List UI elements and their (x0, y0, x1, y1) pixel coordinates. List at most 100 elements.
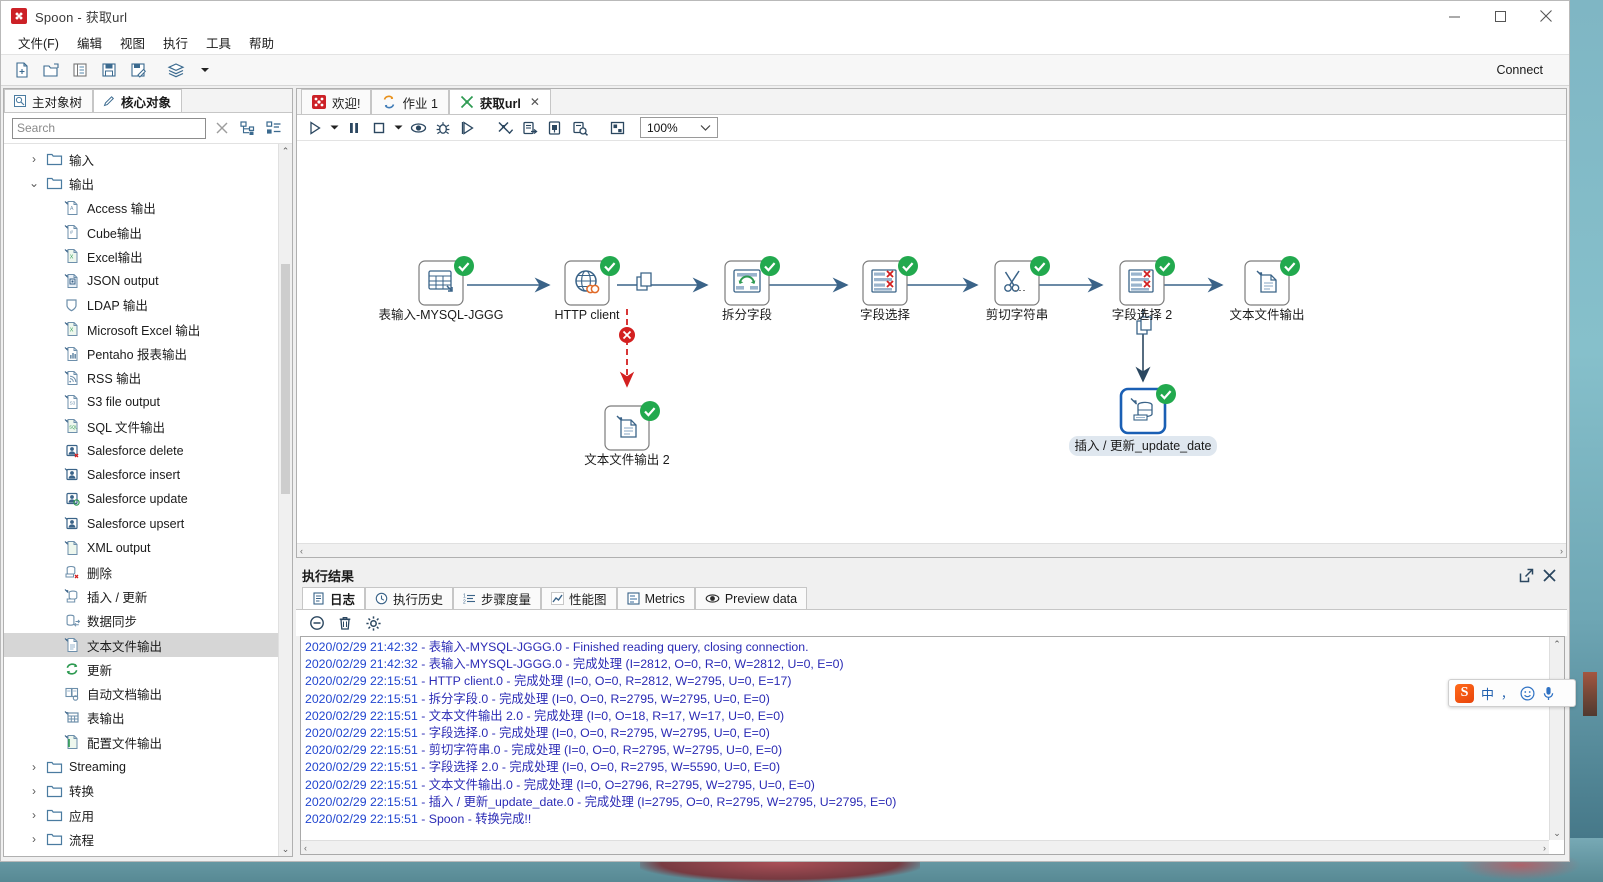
tree-item[interactable]: ›转换 (4, 779, 278, 803)
scroll-up-icon[interactable]: ⌃ (1550, 637, 1564, 651)
graph-node[interactable]: 表输入-MYSQL-JGGG (378, 256, 503, 322)
close-button[interactable] (1523, 1, 1569, 31)
log-vertical-scrollbar[interactable]: ⌃ ⌄ (1549, 637, 1564, 840)
tree-item[interactable]: JSON output (4, 268, 278, 292)
log-output-box[interactable]: 2020/02/29 21:42:32 - 表输入-MYSQL-JGGG.0 -… (300, 636, 1565, 855)
tab-preview-data[interactable]: Preview data (695, 587, 807, 609)
scroll-left-icon[interactable]: ‹ (300, 546, 303, 556)
tree-item[interactable]: ›应用 (4, 803, 278, 827)
ime-toolbar[interactable]: S 中 ， (1448, 679, 1576, 707)
maximize-button[interactable] (1477, 1, 1523, 31)
graph-node[interactable]: 剪切字符串 (986, 256, 1050, 322)
search-input[interactable] (12, 118, 206, 139)
tab-core-objects[interactable]: 核心对象 (93, 89, 182, 112)
tab-job-1[interactable]: 作业 1 (371, 89, 448, 114)
new-button[interactable] (9, 58, 35, 82)
tab-main-object-tree[interactable]: 主对象树 (4, 89, 93, 112)
tab-get-url[interactable]: 获取url ✕ (449, 89, 551, 114)
explore-db-button[interactable] (568, 117, 592, 139)
clear-x-icon[interactable] (212, 118, 232, 138)
save-as-button[interactable] (125, 58, 151, 82)
tree-item[interactable]: 更新 (4, 657, 278, 681)
stop-options-dropdown[interactable] (392, 117, 405, 139)
clear-log-button[interactable] (306, 612, 328, 634)
tree-item[interactable]: RSS 输出 (4, 366, 278, 390)
verify-button[interactable] (493, 117, 517, 139)
graph-node[interactable]: 文本文件输出 (1229, 256, 1304, 322)
tree-item[interactable]: SQLSQL 文件输出 (4, 414, 278, 438)
layers-button[interactable] (163, 58, 189, 82)
impact-button[interactable] (543, 117, 567, 139)
scroll-down-icon[interactable]: ⌄ (279, 842, 292, 856)
tree-item[interactable]: #Cube输出 (4, 220, 278, 244)
scroll-right-icon[interactable]: › (1543, 843, 1546, 853)
sql-button[interactable] (518, 117, 542, 139)
menu-view[interactable]: 视图 (111, 31, 154, 54)
ime-emoji-button[interactable] (1520, 686, 1535, 701)
tab-metrics[interactable]: Metrics (617, 587, 695, 609)
graph-node[interactable]: 拆分字段 (722, 256, 780, 322)
graph-node[interactable]: 字段选择 2 (1112, 256, 1175, 322)
menu-file[interactable]: 文件(F) (9, 31, 68, 54)
layers-dropdown[interactable] (192, 58, 218, 82)
menu-help[interactable]: 帮助 (240, 31, 283, 54)
tree-item[interactable]: Pentaho 报表输出 (4, 341, 278, 365)
log-settings-button[interactable] (362, 612, 384, 634)
zoom-select[interactable]: 100% (640, 117, 718, 138)
graph-node[interactable]: 字段选择 (860, 256, 918, 322)
run-options-dropdown[interactable] (328, 117, 341, 139)
chevron-right-icon[interactable]: › (24, 783, 44, 799)
tree-item[interactable]: Salesforce insert (4, 463, 278, 487)
preview-button[interactable] (406, 117, 430, 139)
scroll-right-icon[interactable]: › (1560, 546, 1563, 556)
tree-item[interactable]: 配置文件输出 (4, 730, 278, 754)
tree-item[interactable]: Salesforce update (4, 487, 278, 511)
tree-item[interactable]: ›输入 (4, 147, 278, 171)
tree-item[interactable]: 删除 (4, 560, 278, 584)
chevron-right-icon[interactable]: › (24, 151, 44, 167)
menu-run[interactable]: 执行 (154, 31, 197, 54)
tree-item[interactable]: 表输出 (4, 706, 278, 730)
replay-button[interactable] (456, 117, 480, 139)
graph-node[interactable]: HTTP client (554, 256, 620, 322)
tree-item[interactable]: 数据同步 (4, 609, 278, 633)
pause-button[interactable] (342, 117, 366, 139)
connect-button[interactable]: Connect (1496, 63, 1543, 77)
chevron-right-icon[interactable]: › (24, 807, 44, 823)
tree-item[interactable]: Salesforce upsert (4, 511, 278, 535)
tree-item[interactable]: LDAP 输出 (4, 293, 278, 317)
run-button[interactable] (303, 117, 327, 139)
graph-node[interactable]: 文本文件输出 2 (584, 401, 669, 467)
close-icon[interactable]: ✕ (530, 95, 540, 109)
tab-welcome[interactable]: 欢迎! (301, 89, 371, 114)
log-horizontal-scrollbar[interactable]: ‹ › (301, 840, 1549, 854)
sogou-logo-icon[interactable]: S (1455, 684, 1474, 703)
tab-performance-graph[interactable]: 性能图 (541, 587, 617, 609)
tree-item[interactable]: XML output (4, 536, 278, 560)
align-button[interactable] (605, 117, 629, 139)
explore-button[interactable] (67, 58, 93, 82)
chevron-right-icon[interactable]: › (24, 831, 44, 847)
ime-punctuation-toggle[interactable]: ， (1501, 685, 1513, 702)
transformation-graph[interactable]: 表输入-MYSQL-JGGG (297, 141, 1566, 543)
tab-execution-history[interactable]: 执行历史 (365, 587, 453, 609)
menu-edit[interactable]: 编辑 (68, 31, 111, 54)
close-icon[interactable] (1542, 568, 1557, 583)
tree-scrollbar[interactable]: ⌃ ⌄ (278, 144, 292, 856)
tree-item[interactable]: 自动文档输出 (4, 682, 278, 706)
tree-item[interactable]: ›Streaming (4, 754, 278, 778)
minimize-button[interactable] (1431, 1, 1477, 31)
tree-item[interactable]: 插入 / 更新 (4, 584, 278, 608)
collapse-all-icon[interactable] (264, 118, 284, 138)
scroll-down-icon[interactable]: ⌄ (1550, 826, 1564, 840)
graph-node-selected[interactable]: 插入 / 更新_update_date (1069, 384, 1217, 456)
tab-log[interactable]: 日志 (302, 587, 365, 609)
ime-voice-button[interactable] (1542, 686, 1555, 701)
delete-log-button[interactable] (334, 612, 356, 634)
save-button[interactable] (96, 58, 122, 82)
tree-item[interactable]: AAccess 输出 (4, 196, 278, 220)
scroll-thumb[interactable] (281, 264, 290, 494)
detach-icon[interactable] (1519, 568, 1534, 583)
tree-item[interactable]: XExcel输出 (4, 244, 278, 268)
tree-item[interactable]: ›流程 (4, 827, 278, 851)
